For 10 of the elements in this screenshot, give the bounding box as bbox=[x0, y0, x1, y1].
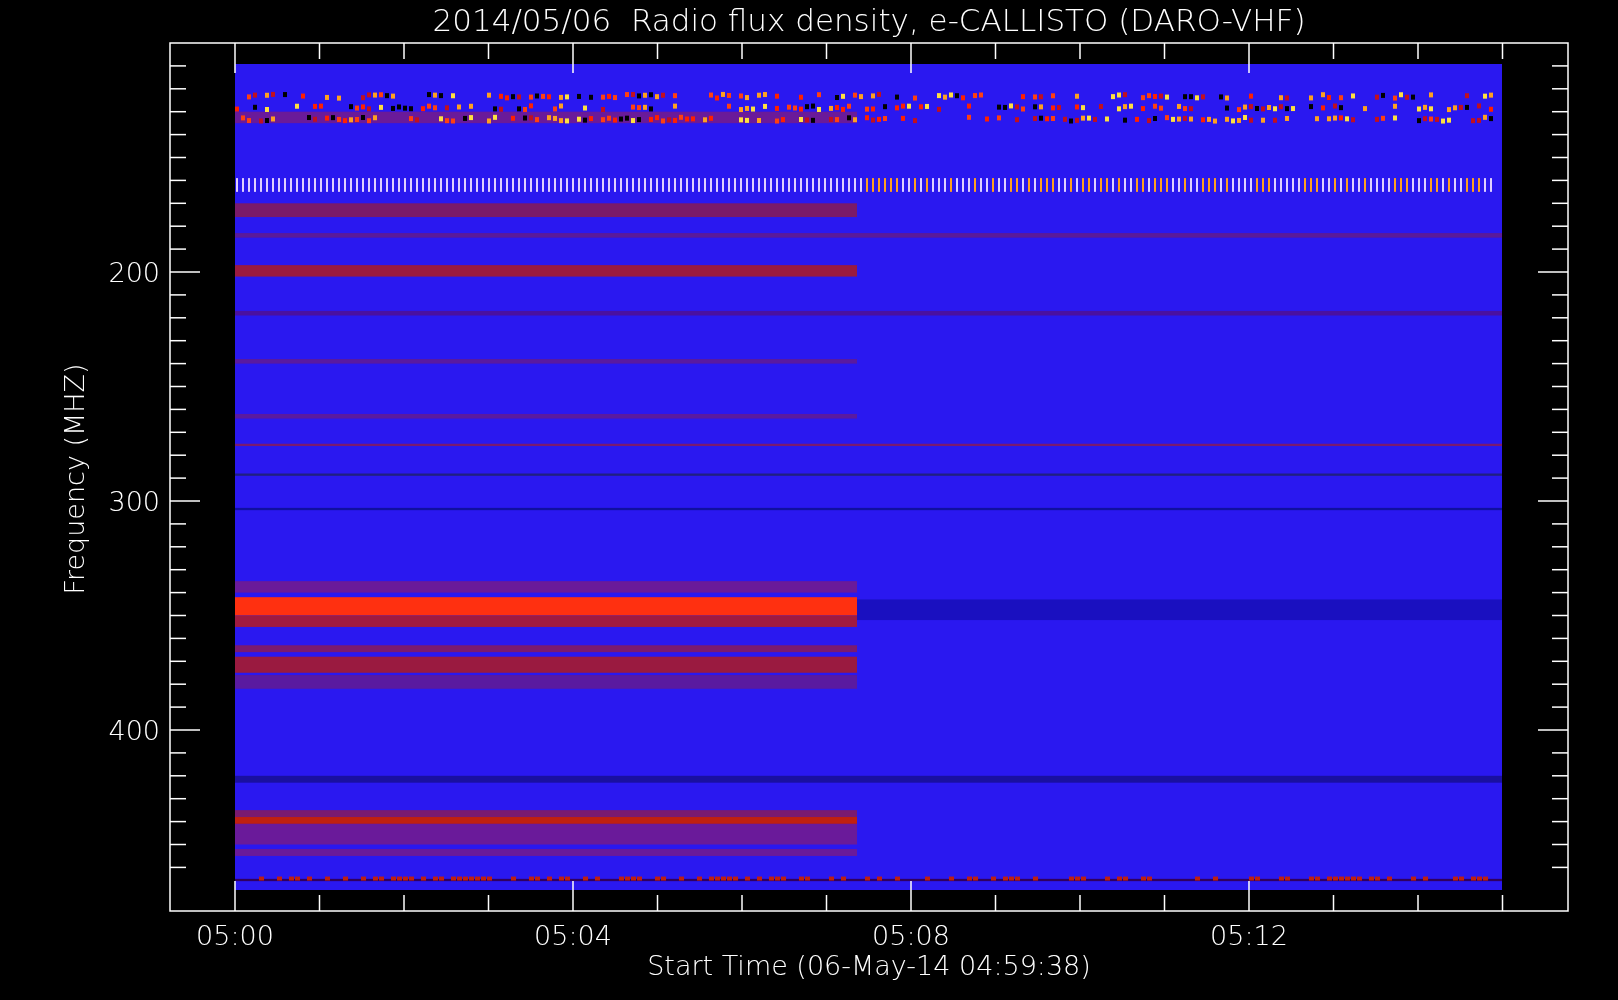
tick-label: 400 bbox=[108, 715, 160, 746]
tick-label: 05:08 bbox=[872, 920, 950, 951]
tick-label: 05:00 bbox=[196, 920, 274, 951]
axis-label: Frequency (MHZ) bbox=[59, 363, 90, 595]
tick-label: 200 bbox=[108, 257, 160, 288]
tick-label: 05:04 bbox=[534, 920, 612, 951]
axis-label: Start Time (06-May-14 04:59:38) bbox=[647, 950, 1091, 981]
chart-title: 2014/05/06 Radio flux density, e-CALLISTO (DARO-VHF) bbox=[432, 2, 1306, 38]
tick-label: 300 bbox=[108, 486, 160, 517]
tick-label: 05:12 bbox=[1210, 920, 1288, 951]
